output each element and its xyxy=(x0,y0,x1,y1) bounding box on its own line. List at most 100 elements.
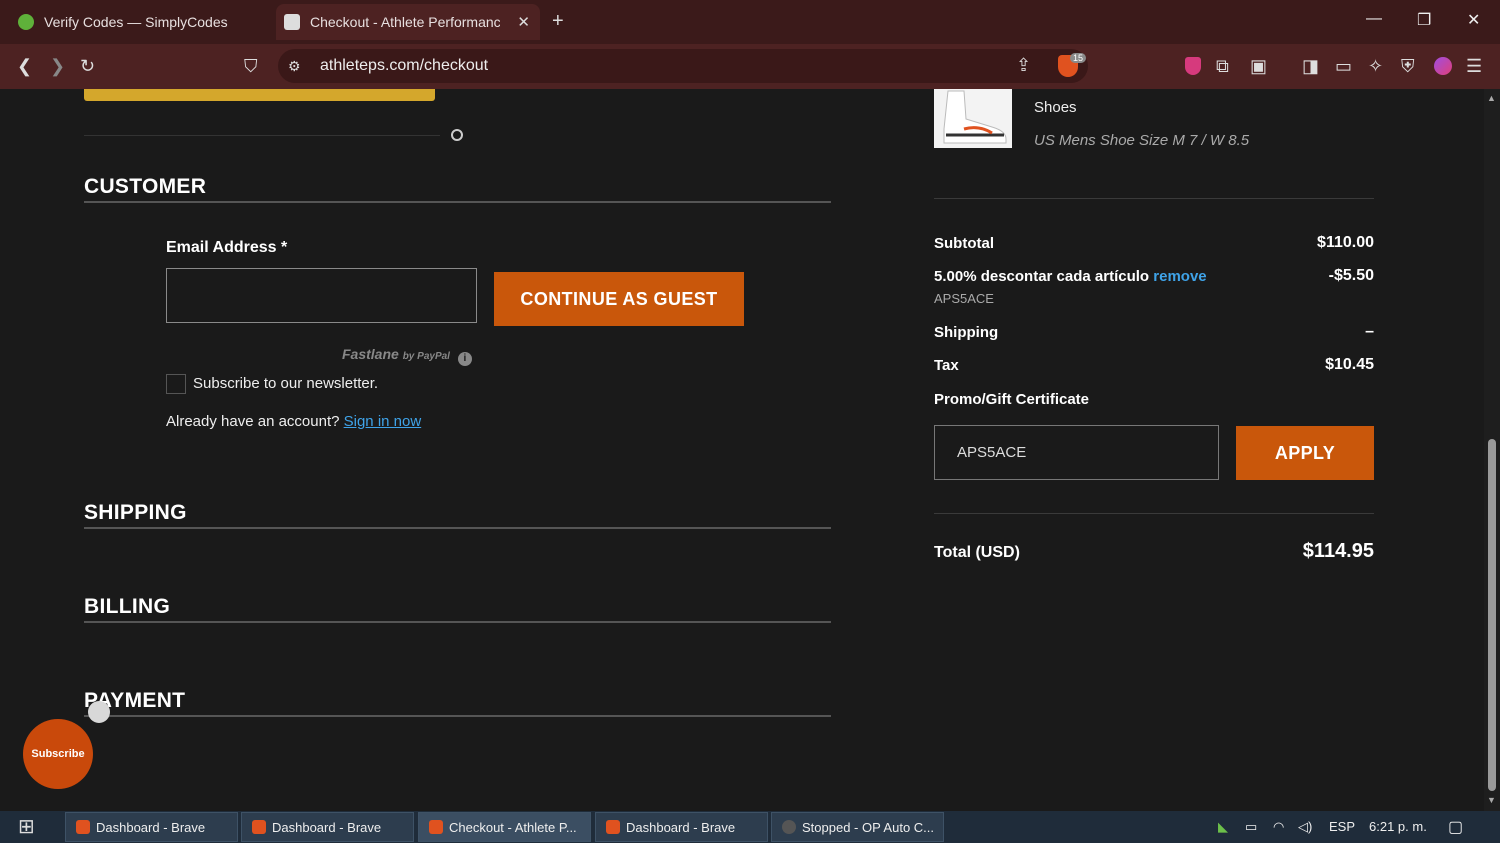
battery-icon[interactable]: ▭ xyxy=(1245,819,1257,835)
scroll-up-icon[interactable]: ▲ xyxy=(1487,93,1496,103)
new-tab-icon[interactable]: + xyxy=(552,10,564,33)
product-name: Shoes xyxy=(1034,99,1077,116)
nvidia-tray-icon[interactable]: ◣ xyxy=(1218,819,1228,835)
account-prompt: Already have an account? Sign in now xyxy=(166,413,421,430)
previous-step-button[interactable] xyxy=(84,89,435,101)
fastlane-paypal-logo: Fastlane by PayPal i xyxy=(342,346,472,366)
taskbar-item-label: Stopped - OP Auto C... xyxy=(802,819,935,835)
apply-button[interactable]: APPLY xyxy=(1236,426,1374,480)
section-title-billing: BILLING xyxy=(84,595,171,618)
shipping-value: – xyxy=(1365,323,1374,340)
section-divider xyxy=(84,621,831,623)
menu-icon[interactable]: ☰ xyxy=(1466,56,1482,76)
fastlane-by: by PayPal xyxy=(402,351,450,362)
shoe-image xyxy=(943,90,1007,144)
profile-avatar-icon[interactable] xyxy=(1434,57,1452,75)
taskbar-item-op-auto[interactable]: Stopped - OP Auto C... xyxy=(771,812,944,842)
product-thumbnail xyxy=(934,89,1012,148)
back-icon[interactable]: ❮ xyxy=(17,56,32,76)
sidebar-toggle-icon[interactable]: ◨ xyxy=(1302,56,1319,76)
task-view-icon[interactable]: ⊞ xyxy=(18,817,35,837)
summary-divider xyxy=(934,198,1374,199)
site-settings-icon[interactable]: ⚙ xyxy=(288,56,301,76)
volume-icon[interactable]: ◁) xyxy=(1298,819,1312,835)
discount-code: APS5ACE xyxy=(934,291,994,306)
email-field[interactable] xyxy=(166,268,477,323)
screenshot-icon[interactable]: ▣ xyxy=(1250,56,1267,76)
extensions-icon[interactable]: ⧉ xyxy=(1216,56,1229,76)
taskbar-item-dashboard[interactable]: Dashboard - Brave xyxy=(241,812,414,842)
wallet-icon[interactable]: ▭ xyxy=(1335,56,1352,76)
section-divider xyxy=(84,715,831,717)
athlete-favicon-icon xyxy=(284,14,300,30)
newsletter-checkbox[interactable] xyxy=(166,374,186,394)
divider xyxy=(84,135,440,136)
info-icon[interactable]: i xyxy=(457,352,472,366)
section-title-customer: CUSTOMER xyxy=(84,175,207,198)
chat-handle-icon[interactable] xyxy=(88,701,110,723)
tab-checkout[interactable]: Checkout - Athlete Performance ✕ xyxy=(276,4,540,40)
wifi-icon[interactable]: ◠ xyxy=(1273,819,1284,835)
simplycodes-favicon-icon xyxy=(18,14,34,30)
taskbar-item-label: Dashboard - Brave xyxy=(626,819,736,835)
reload-icon[interactable]: ↻ xyxy=(80,56,95,76)
discount-value: -$5.50 xyxy=(1328,267,1374,284)
windows-taskbar: ⊞ Dashboard - Brave Dashboard - Brave Ch… xyxy=(0,811,1500,843)
total-value: $114.95 xyxy=(1302,540,1374,562)
fastlane-brand: Fastlane xyxy=(342,346,399,362)
notifications-icon[interactable]: ▢ xyxy=(1448,817,1463,837)
summary-divider xyxy=(934,513,1374,514)
discount-row: 5.00% descontar cada artículo remove xyxy=(934,268,1207,285)
browser-tab-bar: Verify Codes — SimplyCodes Checkout - At… xyxy=(0,0,1500,44)
account-prompt-text: Already have an account? xyxy=(166,413,340,430)
tax-value: $10.45 xyxy=(1325,356,1374,373)
ublock-extension-icon[interactable] xyxy=(1185,57,1201,75)
clock[interactable]: 6:21 p. m. xyxy=(1369,819,1427,834)
section-divider xyxy=(84,527,831,529)
scroll-down-icon[interactable]: ▼ xyxy=(1487,795,1496,805)
page-scrollbar[interactable]: ▲ ▼ xyxy=(1484,89,1500,811)
address-bar[interactable]: ⚙ athleteps.com/checkout ⇪ 15 xyxy=(278,49,1088,83)
restore-icon[interactable]: ❐ xyxy=(1417,10,1431,30)
share-icon[interactable]: ⇪ xyxy=(1016,55,1031,75)
tab-title: Verify Codes — SimplyCodes xyxy=(44,14,228,30)
scrollbar-thumb[interactable] xyxy=(1488,439,1496,791)
tab-close-icon[interactable]: ✕ xyxy=(517,13,530,31)
subscribe-button[interactable]: Subscribe xyxy=(23,719,93,789)
continue-as-guest-button[interactable]: CONTINUE AS GUEST xyxy=(494,272,744,326)
discount-label: 5.00% descontar cada artículo xyxy=(934,268,1150,285)
bookmark-icon[interactable]: ⛉ xyxy=(244,56,258,76)
app-icon xyxy=(782,820,796,834)
sign-in-link[interactable]: Sign in now xyxy=(344,413,422,430)
taskbar-item-label: Checkout - Athlete P... xyxy=(449,819,577,835)
taskbar-item-label: Dashboard - Brave xyxy=(96,819,206,835)
language-indicator[interactable]: ESP xyxy=(1329,819,1355,834)
newsletter-label: Subscribe to our newsletter. xyxy=(193,375,379,392)
tab-simplycodes[interactable]: Verify Codes — SimplyCodes xyxy=(10,4,270,40)
close-icon[interactable]: ✕ xyxy=(1467,10,1480,30)
taskbar-item-dashboard[interactable]: Dashboard - Brave xyxy=(65,812,238,842)
minimize-icon[interactable]: — xyxy=(1366,10,1382,28)
forward-icon[interactable]: ❯ xyxy=(50,56,65,76)
brave-icon xyxy=(252,820,266,834)
section-title-shipping: SHIPPING xyxy=(84,501,187,524)
subtotal-label: Subtotal xyxy=(934,235,994,252)
url-text[interactable]: athleteps.com/checkout xyxy=(320,57,488,75)
remove-discount-link[interactable]: remove xyxy=(1153,268,1206,285)
vpn-icon[interactable]: ⛨ xyxy=(1401,56,1415,76)
taskbar-item-checkout[interactable]: Checkout - Athlete P... xyxy=(418,812,591,842)
section-divider xyxy=(84,201,831,203)
brave-icon xyxy=(606,820,620,834)
promo-code-value[interactable]: APS5ACE xyxy=(957,444,1026,461)
shields-count-badge: 15 xyxy=(1070,53,1087,63)
total-label: Total (USD) xyxy=(934,544,1020,561)
leo-ai-icon[interactable]: ✧ xyxy=(1368,56,1383,76)
checkout-page: CUSTOMER Email Address * CONTINUE AS GUE… xyxy=(0,89,1484,811)
tax-label: Tax xyxy=(934,357,959,374)
step-indicator-icon xyxy=(451,129,463,141)
brave-icon xyxy=(429,820,443,834)
subtotal-value: $110.00 xyxy=(1317,234,1374,251)
promo-code-field[interactable]: APS5ACE xyxy=(934,425,1219,480)
taskbar-item-dashboard[interactable]: Dashboard - Brave xyxy=(595,812,768,842)
promo-label: Promo/Gift Certificate xyxy=(934,391,1090,408)
